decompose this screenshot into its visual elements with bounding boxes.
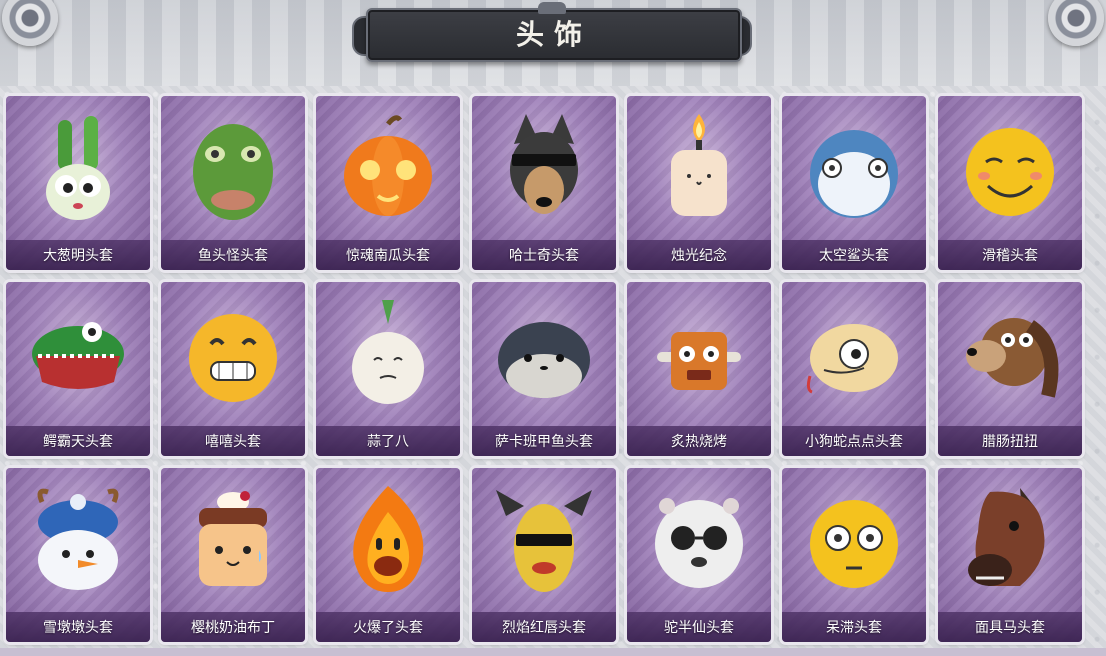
- card-label: 惊魂南瓜头套: [346, 248, 430, 264]
- card-label: 腊肠扭扭: [982, 434, 1038, 450]
- headwear-card[interactable]: 惊魂南瓜头套: [316, 96, 460, 270]
- card-label: 滑稽头套: [982, 248, 1038, 264]
- card-label: 鱼头怪头套: [198, 248, 268, 264]
- horse-mask-head-icon: [960, 482, 1060, 600]
- next-row-peek: [0, 648, 1106, 656]
- card-label: 呆滞头套: [826, 620, 882, 636]
- pudding-head-icon: [183, 482, 283, 600]
- headwear-card[interactable]: 鳄霸天头套: [6, 282, 150, 456]
- card-label: 哈士奇头套: [509, 248, 579, 264]
- card-label: 驼半仙头套: [664, 620, 734, 636]
- headwear-card[interactable]: 烈焰红唇头套: [472, 468, 616, 642]
- alpaca-head-icon: [649, 482, 749, 600]
- card-label: 火爆了头套: [353, 620, 423, 636]
- bbq-head-icon: [649, 296, 749, 414]
- headwear-card[interactable]: 烛光纪念: [627, 96, 771, 270]
- card-label: 烈焰红唇头套: [502, 620, 586, 636]
- funny-face-head-icon: [960, 110, 1060, 228]
- headwear-card[interactable]: 鱼头怪头套: [161, 96, 305, 270]
- card-label: 蒜了八: [367, 434, 409, 450]
- page-title: 头饰: [515, 18, 592, 51]
- card-label: 大葱明头套: [43, 248, 113, 264]
- card-label: 鳄霸天头套: [43, 434, 113, 450]
- dazed-face-head-icon: [804, 482, 904, 600]
- card-label: 萨卡班甲鱼头套: [495, 434, 593, 450]
- headwear-card[interactable]: 雪墩墩头套: [6, 468, 150, 642]
- headwear-card[interactable]: 樱桃奶油布丁: [161, 468, 305, 642]
- grin-face-head-icon: [183, 296, 283, 414]
- card-label: 烛光纪念: [671, 248, 727, 264]
- pikachu-head-icon: [494, 482, 594, 600]
- card-label: 小狗蛇点点头套: [805, 434, 903, 450]
- headwear-card[interactable]: 滑稽头套: [938, 96, 1082, 270]
- crocodile-head-icon: [28, 296, 128, 414]
- fire-head-icon: [338, 482, 438, 600]
- headwear-card[interactable]: 腊肠扭扭: [938, 282, 1082, 456]
- scallion-head-icon: [28, 110, 128, 228]
- candle-head-icon: [649, 110, 749, 228]
- sacabambaspis-head-icon: [494, 296, 594, 414]
- fish-head-icon: [183, 110, 283, 228]
- husky-head-icon: [494, 110, 594, 228]
- headwear-grid: 大葱明头套 鱼头怪头套 惊魂南瓜头套 哈士奇头套 烛光纪念 太空鲨头套 滑稽头套鳄霸天头套 嘻…: [6, 96, 1086, 656]
- shark-head-icon: [804, 110, 904, 228]
- card-label: 嘻嘻头套: [205, 434, 261, 450]
- headwear-card[interactable]: 萨卡班甲鱼头套: [472, 282, 616, 456]
- card-label: 面具马头套: [975, 620, 1045, 636]
- dachshund-head-icon: [960, 296, 1060, 414]
- headwear-card[interactable]: 哈士奇头套: [472, 96, 616, 270]
- headwear-card[interactable]: 嘻嘻头套: [161, 282, 305, 456]
- card-label: 炙热烧烤: [671, 434, 727, 450]
- snake-head-icon: [804, 296, 904, 414]
- headwear-card[interactable]: 大葱明头套: [6, 96, 150, 270]
- headwear-card[interactable]: 蒜了八: [316, 282, 460, 456]
- headwear-card[interactable]: 太空鲨头套: [782, 96, 926, 270]
- headwear-card[interactable]: 呆滞头套: [782, 468, 926, 642]
- card-label: 樱桃奶油布丁: [191, 620, 275, 636]
- pumpkin-head-icon: [338, 110, 438, 228]
- headwear-card[interactable]: 小狗蛇点点头套: [782, 282, 926, 456]
- headwear-card[interactable]: 炙热烧烤: [627, 282, 771, 456]
- card-label: 太空鲨头套: [819, 248, 889, 264]
- snowman-head-icon: [28, 482, 128, 600]
- headwear-card[interactable]: 驼半仙头套: [627, 468, 771, 642]
- card-label: 雪墩墩头套: [43, 620, 113, 636]
- garlic-head-icon: [338, 296, 438, 414]
- headwear-card[interactable]: 面具马头套: [938, 468, 1082, 642]
- headwear-card[interactable]: 火爆了头套: [316, 468, 460, 642]
- title-banner: 头饰: [352, 2, 752, 70]
